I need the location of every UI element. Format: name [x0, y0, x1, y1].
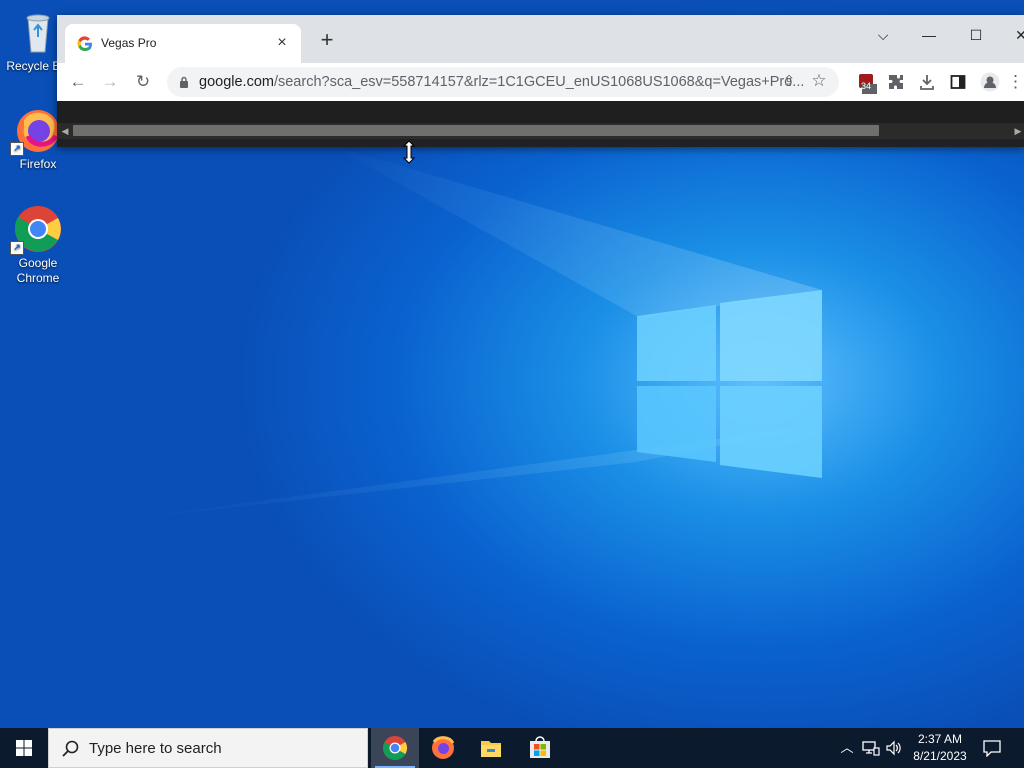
firefox-icon — [432, 736, 455, 759]
url-text: google.com/search?sca_esv=558714157&rlz=… — [199, 74, 804, 90]
show-hidden-icons-chevron-icon[interactable]: ︿ — [837, 738, 857, 758]
shortcut-arrow-icon: ↗ — [10, 241, 24, 255]
chrome-icon — [383, 736, 408, 760]
desktop-icon-label: Google Chrome — [16, 256, 60, 285]
window-bottom-edge[interactable] — [57, 139, 1024, 147]
recycle-bin-icon — [14, 8, 62, 56]
extensions-puzzle-icon[interactable] — [883, 69, 909, 95]
scroll-right-arrow-icon[interactable]: ▶ — [1012, 125, 1024, 137]
taskbar-app-firefox[interactable] — [419, 728, 467, 768]
share-icon[interactable]: ⇪ — [779, 72, 799, 92]
chrome-window: Vegas Pro × + ⌵ — ☐ ✕ ← → ↻ google.com/s… — [57, 15, 1024, 147]
tab-strip: Vegas Pro × + ⌵ — ☐ ✕ — [57, 15, 1024, 63]
tab-search-button[interactable]: ⌵ — [863, 21, 903, 49]
taskbar-app-chrome[interactable] — [371, 728, 419, 768]
taskbar-search-box[interactable]: Type here to search — [48, 728, 368, 768]
page-content-area — [57, 101, 1024, 123]
side-panel-icon[interactable] — [945, 69, 971, 95]
browser-toolbar: ← → ↻ google.com/search?sca_esv=55871415… — [57, 63, 1024, 101]
file-explorer-icon — [481, 741, 501, 757]
notifications-icon[interactable] — [981, 738, 1003, 758]
google-g-icon — [77, 36, 93, 52]
taskbar-app-microsoft-store[interactable] — [516, 728, 564, 768]
reload-button[interactable]: ↻ — [130, 69, 156, 95]
extension-icon[interactable]: 34 — [854, 69, 880, 95]
desktop-icon-chrome[interactable]: ↗ Google Chrome — [0, 205, 76, 286]
clock-date: 8/21/2023 — [913, 749, 967, 763]
chrome-icon: ↗ — [10, 205, 62, 255]
shortcut-arrow-icon: ↗ — [10, 142, 24, 156]
maximize-button[interactable]: ☐ — [956, 21, 996, 49]
close-window-button[interactable]: ✕ — [1001, 21, 1024, 49]
extension-badge: 34 — [861, 81, 872, 91]
taskbar: Type here to search ︿ 2:37 AM 8/21/2023 — [0, 728, 1024, 768]
firefox-icon: ↗ — [10, 106, 62, 156]
network-icon[interactable] — [861, 738, 881, 758]
forward-button[interactable]: → — [97, 69, 123, 95]
taskbar-clock[interactable]: 2:37 AM 8/21/2023 — [905, 731, 975, 765]
search-placeholder: Type here to search — [89, 740, 222, 757]
scroll-left-arrow-icon[interactable]: ◀ — [59, 125, 71, 137]
volume-icon[interactable] — [884, 738, 904, 758]
resize-vertical-cursor-icon — [402, 140, 416, 164]
horizontal-scrollbar[interactable]: ◀ ▶ — [57, 123, 1024, 139]
taskbar-app-file-explorer[interactable] — [467, 728, 515, 768]
scrollbar-thumb[interactable] — [73, 125, 879, 136]
clock-time: 2:37 AM — [917, 732, 963, 746]
profile-avatar-icon[interactable] — [977, 69, 1003, 95]
lock-icon — [179, 76, 189, 88]
desktop-icon-label: Firefox — [19, 157, 57, 171]
download-icon[interactable] — [914, 69, 940, 95]
minimize-button[interactable]: — — [909, 21, 949, 49]
back-button[interactable]: ← — [65, 69, 91, 95]
menu-kebab-icon[interactable]: ⋮ — [1007, 69, 1024, 95]
search-icon — [61, 739, 81, 759]
address-bar[interactable]: google.com/search?sca_esv=558714157&rlz=… — [167, 67, 839, 97]
url-host: google.com — [199, 74, 274, 90]
start-button[interactable] — [0, 728, 48, 768]
new-tab-button[interactable]: + — [315, 28, 339, 52]
tab-vegas-pro[interactable]: Vegas Pro × — [65, 24, 301, 63]
tab-close-icon[interactable]: × — [273, 34, 291, 52]
windows-logo — [637, 290, 822, 478]
url-path: /search?sca_esv=558714157&rlz=1C1GCEU_en… — [273, 74, 805, 90]
microsoft-store-icon — [530, 736, 550, 758]
tab-title: Vegas Pro — [101, 36, 157, 50]
windows-start-icon — [16, 740, 32, 756]
bookmark-star-icon[interactable]: ☆ — [809, 71, 829, 91]
